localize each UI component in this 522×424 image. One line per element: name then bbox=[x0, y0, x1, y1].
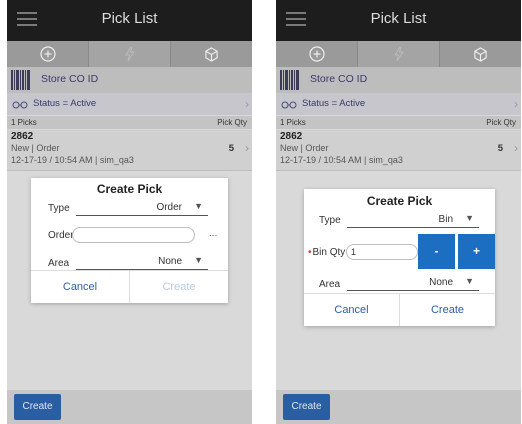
lightning-icon bbox=[124, 47, 135, 61]
order-input[interactable] bbox=[72, 227, 195, 243]
toolbar-lightning-button[interactable] bbox=[89, 41, 171, 67]
cancel-button[interactable]: Cancel bbox=[31, 271, 130, 303]
dialog-title: Create Pick bbox=[96, 182, 163, 196]
pick-date-user: 12-17-19 / 10:54 AM | sim_qa3 bbox=[280, 155, 403, 165]
pick-qty: 5 bbox=[497, 143, 503, 154]
toolbar-cube-button[interactable] bbox=[440, 41, 521, 67]
type-select[interactable]: Bin ▼ bbox=[347, 213, 479, 228]
filter-label: Status = Active bbox=[33, 98, 97, 109]
type-value: Order bbox=[156, 202, 182, 213]
pick-qty-header: Pick Qty bbox=[486, 118, 516, 127]
barcode-icon bbox=[280, 70, 300, 90]
list-header: 1 Picks Pick Qty bbox=[7, 116, 252, 129]
pick-id: 2862 bbox=[11, 131, 34, 142]
scan-field-label: Store CO ID bbox=[41, 73, 99, 85]
bin-qty-input[interactable]: 1 bbox=[346, 244, 418, 260]
glasses-icon bbox=[281, 101, 297, 109]
create-button[interactable]: Create bbox=[14, 394, 61, 420]
order-label: Order bbox=[48, 230, 74, 241]
pick-status-type: New | Order bbox=[280, 143, 329, 153]
pick-id: 2862 bbox=[280, 131, 303, 142]
page-title: Pick List bbox=[101, 10, 158, 27]
store-co-id-scan-field[interactable]: Store CO ID bbox=[276, 67, 521, 93]
caret-down-icon: ▼ bbox=[194, 255, 203, 265]
cancel-button[interactable]: Cancel bbox=[304, 294, 400, 326]
add-circle-icon bbox=[308, 46, 325, 62]
pick-list-item[interactable]: 2862 New | Order 12-17-19 / 10:54 AM | s… bbox=[7, 130, 252, 171]
toolbar-add-button[interactable] bbox=[7, 41, 89, 67]
scan-field-label: Store CO ID bbox=[310, 73, 368, 85]
status-filter-row[interactable]: Status = Active › bbox=[276, 93, 521, 115]
list-header: 1 Picks Pick Qty bbox=[276, 116, 521, 129]
glasses-icon bbox=[12, 101, 28, 109]
bin-qty-label: •Bin Qty bbox=[308, 247, 345, 258]
bin-qty-label-text: Bin Qty bbox=[312, 247, 346, 258]
store-co-id-scan-field[interactable]: Store CO ID bbox=[7, 67, 252, 93]
barcode-icon bbox=[11, 70, 31, 90]
area-value: None bbox=[158, 256, 182, 267]
bottom-bar: Create bbox=[7, 390, 252, 424]
dialog-title: Create Pick bbox=[366, 194, 433, 208]
chevron-right-icon: › bbox=[514, 97, 518, 111]
caret-down-icon: ▼ bbox=[194, 201, 203, 211]
chevron-right-icon: › bbox=[514, 141, 518, 155]
chevron-right-icon: › bbox=[245, 97, 249, 111]
app-bar: Pick List bbox=[7, 0, 252, 41]
action-toolbar bbox=[276, 41, 521, 67]
area-select[interactable]: None ▼ bbox=[76, 255, 208, 270]
type-label: Type bbox=[319, 215, 341, 226]
create-pick-dialog: Create Pick Type Order ▼ Order ... Area … bbox=[31, 178, 228, 303]
lightning-icon bbox=[393, 47, 404, 61]
caret-down-icon: ▼ bbox=[465, 213, 474, 223]
area-label: Area bbox=[319, 279, 341, 290]
status-filter-row[interactable]: Status = Active › bbox=[7, 93, 252, 115]
caret-down-icon: ▼ bbox=[465, 276, 474, 286]
type-select[interactable]: Order ▼ bbox=[76, 201, 208, 216]
bottom-bar: Create bbox=[276, 390, 521, 424]
create-button[interactable]: Create bbox=[283, 394, 330, 420]
toolbar-cube-button[interactable] bbox=[171, 41, 252, 67]
pick-qty-header: Pick Qty bbox=[217, 118, 247, 127]
page-title: Pick List bbox=[370, 10, 427, 27]
app-bar: Pick List bbox=[276, 0, 521, 41]
pick-count: 1 Picks bbox=[280, 118, 306, 127]
cube-icon bbox=[205, 46, 218, 62]
action-toolbar bbox=[7, 41, 252, 67]
dialog-create-button[interactable]: Create bbox=[130, 271, 228, 303]
decrement-button[interactable]: - bbox=[418, 234, 455, 269]
toolbar-add-button[interactable] bbox=[276, 41, 358, 67]
type-label: Type bbox=[48, 203, 70, 214]
type-value: Bin bbox=[438, 214, 453, 225]
toolbar-lightning-button[interactable] bbox=[358, 41, 440, 67]
phone-screen-order: Pick List Store CO ID Status = Active › … bbox=[7, 0, 252, 424]
order-lookup-button[interactable]: ... bbox=[209, 228, 217, 239]
dialog-footer: Cancel Create bbox=[31, 270, 228, 303]
create-pick-dialog: Create Pick Type Bin ▼ •Bin Qty 1 - + Ar… bbox=[304, 189, 495, 326]
cube-icon bbox=[474, 46, 487, 62]
pick-date-user: 12-17-19 / 10:54 AM | sim_qa3 bbox=[11, 155, 134, 165]
area-select[interactable]: None ▼ bbox=[347, 276, 479, 291]
chevron-right-icon: › bbox=[245, 141, 249, 155]
increment-button[interactable]: + bbox=[458, 234, 495, 269]
dialog-create-button[interactable]: Create bbox=[400, 294, 495, 326]
pick-count: 1 Picks bbox=[11, 118, 37, 127]
pick-status-type: New | Order bbox=[11, 143, 60, 153]
pick-list-item[interactable]: 2862 New | Order 12-17-19 / 10:54 AM | s… bbox=[276, 130, 521, 171]
area-value: None bbox=[429, 277, 453, 288]
filter-label: Status = Active bbox=[302, 98, 366, 109]
add-circle-icon bbox=[39, 46, 56, 62]
pick-qty: 5 bbox=[228, 143, 234, 154]
area-label: Area bbox=[48, 258, 70, 269]
phone-screen-bin: Pick List Store CO ID Status = Active › … bbox=[276, 0, 521, 424]
required-marker: • bbox=[308, 247, 312, 258]
dialog-footer: Cancel Create bbox=[304, 293, 495, 326]
